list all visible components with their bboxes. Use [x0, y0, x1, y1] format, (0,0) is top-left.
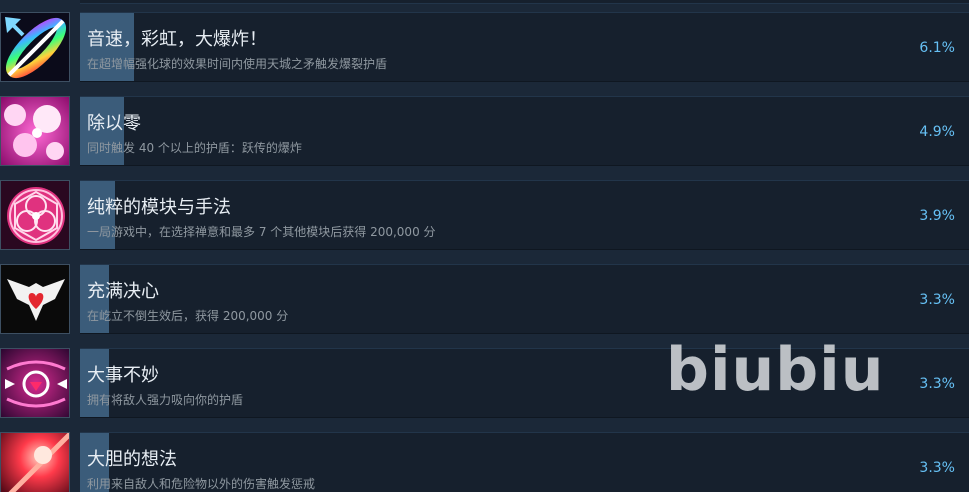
unlock-percentage: 4.9% — [919, 124, 955, 140]
achievement-title: 大胆的想法 — [87, 449, 177, 470]
winged-heart-icon — [0, 264, 70, 334]
red-burst-icon — [0, 432, 70, 492]
unlock-percentage: 3.3% — [919, 292, 955, 308]
sacred-geometry-icon — [0, 180, 70, 250]
achievement-title: 充满决心 — [87, 281, 159, 302]
unlock-percentage: 3.3% — [919, 376, 955, 392]
achievement-description: 利用来自敌人和危险物以外的伤害触发惩戒 — [87, 477, 316, 491]
achievement-progress-bar: 除以零 同时触发 40 个以上的护盾：跃传的爆炸 4.9% — [80, 96, 969, 166]
achievement-row[interactable]: 大胆的想法 利用来自敌人和危险物以外的伤害触发惩戒 3.3% — [0, 432, 969, 492]
achievements-page: 音速，彩虹，大爆炸！ 在超增幅强化球的效果时间内使用天城之矛触发爆裂护盾 6.1… — [0, 0, 969, 492]
achievement-description: 一局游戏中，在选择禅意和最多 7 个其他模块后获得 200,000 分 — [87, 225, 436, 239]
achievement-title: 除以零 — [87, 113, 141, 134]
watermark: biubiu — [666, 335, 885, 405]
pink-bubbles-icon — [0, 96, 70, 166]
achievement-title: 纯粹的模块与手法 — [87, 197, 231, 218]
achievement-description: 拥有将敌人强力吸向你的护盾 — [87, 393, 244, 407]
achievement-progress-bar: 充满决心 在屹立不倒生效后，获得 200,000 分 3.3% — [80, 264, 969, 334]
achievement-description: 在超增幅强化球的效果时间内使用天城之矛触发爆裂护盾 — [87, 57, 388, 71]
achievement-row[interactable]: 除以零 同时触发 40 个以上的护盾：跃传的爆炸 4.9% — [0, 96, 969, 180]
previous-row-edge — [80, 0, 969, 4]
achievement-row[interactable]: 纯粹的模块与手法 一局游戏中，在选择禅意和最多 7 个其他模块后获得 200,0… — [0, 180, 969, 264]
achievement-description: 同时触发 40 个以上的护盾：跃传的爆炸 — [87, 141, 302, 155]
achievement-row[interactable]: 音速，彩虹，大爆炸！ 在超增幅强化球的效果时间内使用天城之矛触发爆裂护盾 6.1… — [0, 12, 969, 96]
achievement-progress-bar: 大胆的想法 利用来自敌人和危险物以外的伤害触发惩戒 3.3% — [80, 432, 969, 492]
unlock-percentage: 3.3% — [919, 460, 955, 476]
achievement-title: 大事不妙 — [87, 365, 159, 386]
magnet-heart-icon — [0, 348, 70, 418]
unlock-percentage: 6.1% — [919, 40, 955, 56]
achievement-description: 在屹立不倒生效后，获得 200,000 分 — [87, 309, 289, 323]
achievement-progress-bar: 纯粹的模块与手法 一局游戏中，在选择禅意和最多 7 个其他模块后获得 200,0… — [80, 180, 969, 250]
unlock-percentage: 3.9% — [919, 208, 955, 224]
achievement-title: 音速，彩虹，大爆炸！ — [87, 29, 267, 50]
rainbow-sword-icon — [0, 12, 70, 82]
achievement-progress-bar: 音速，彩虹，大爆炸！ 在超增幅强化球的效果时间内使用天城之矛触发爆裂护盾 6.1… — [80, 12, 969, 82]
